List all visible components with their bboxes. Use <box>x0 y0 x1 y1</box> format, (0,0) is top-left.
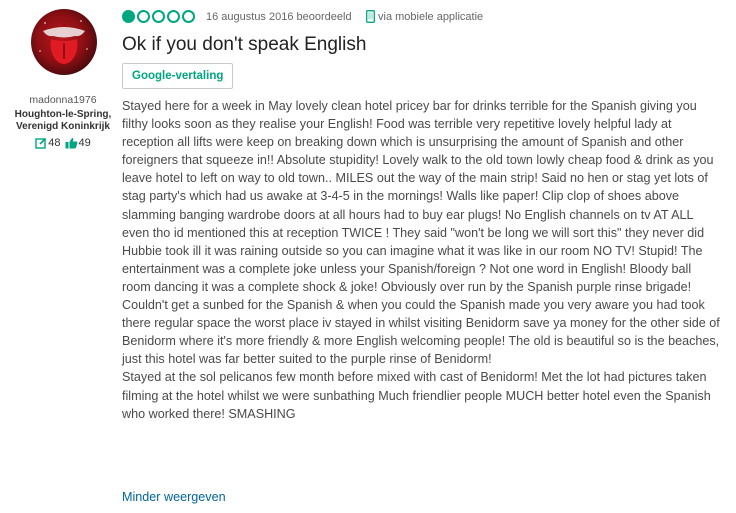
avatar[interactable] <box>31 9 97 75</box>
rating-bubble <box>182 10 195 23</box>
location-line-1: Houghton-le-Spring, <box>14 109 112 120</box>
mobile-phone-icon <box>366 10 375 23</box>
review-paragraph: Stayed at the sol pelicanos few month be… <box>122 370 711 421</box>
review-source: via mobiele applicatie <box>366 10 483 23</box>
reviewer-stats: 48 49 <box>0 137 126 149</box>
tongue-logo-icon <box>39 20 88 64</box>
location-line-2: Verenigd Koninkrijk <box>16 121 110 132</box>
review-count-value: 48 <box>48 137 61 149</box>
helpful-votes: 49 <box>65 137 91 149</box>
rating-bubble <box>137 10 150 23</box>
review-pencil-icon <box>35 137 47 149</box>
show-less-link[interactable]: Minder weergeven <box>122 490 226 504</box>
helpful-votes-value: 49 <box>78 137 91 149</box>
review-paragraph: Stayed here for a week in May lovely cle… <box>122 99 720 367</box>
bubble-rating <box>122 10 195 23</box>
thumbs-up-icon <box>65 137 77 149</box>
rating-bubble <box>122 10 135 23</box>
review-title[interactable]: Ok if you don't speak English <box>122 34 366 56</box>
review-body: Stayed here for a week in May lovely cle… <box>122 97 722 423</box>
google-translate-button[interactable]: Google-vertaling <box>122 63 234 89</box>
reviewer-location: Houghton-le-Spring, Verenigd Koninkrijk <box>0 109 126 133</box>
rating-bubble <box>167 10 180 23</box>
review-source-label: via mobiele applicatie <box>378 10 484 23</box>
reviewer-username[interactable]: madonna1976 <box>0 94 126 106</box>
review-count: 48 <box>35 137 61 149</box>
review-date: 16 augustus 2016 beoordeeld <box>206 11 352 23</box>
rating-bubble <box>152 10 165 23</box>
